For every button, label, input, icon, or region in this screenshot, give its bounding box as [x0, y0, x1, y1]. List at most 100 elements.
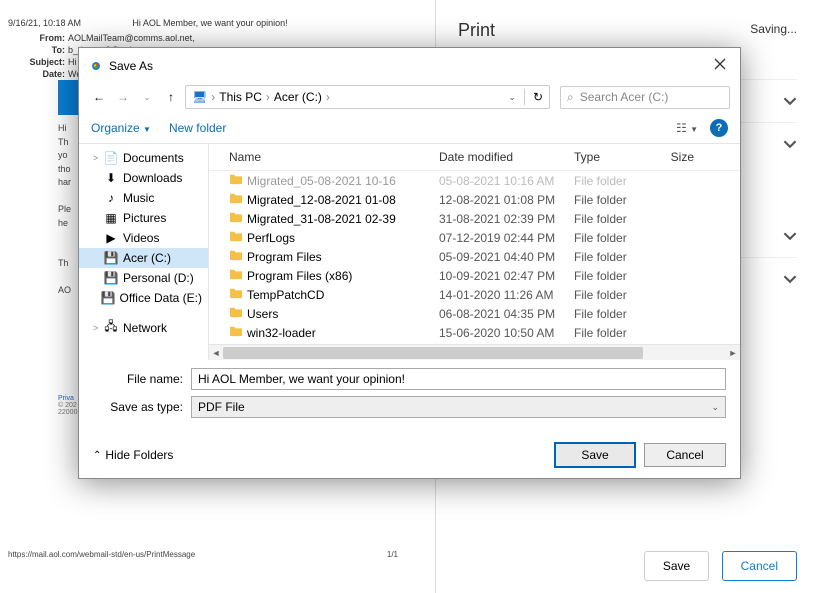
file-date: 06-08-2021 04:35 PM — [439, 307, 574, 321]
nav-back-button[interactable]: ← — [89, 90, 109, 104]
file-row[interactable]: win32-loader15-06-2020 10:50 AMFile fold… — [209, 323, 740, 342]
file-type: File folder — [574, 269, 654, 283]
file-name: Program Files (x86) — [247, 269, 439, 283]
tree-item-label: Documents — [123, 151, 184, 165]
new-folder-button[interactable]: New folder — [169, 121, 226, 135]
file-name: Migrated_12-08-2021 01-08 — [247, 193, 439, 207]
tree-item[interactable]: 💾Acer (C:) — [79, 248, 208, 268]
tree-item[interactable]: >🖧Network — [79, 314, 208, 341]
email-footer: Priva © 202 22000 — [58, 395, 77, 416]
organize-button[interactable]: Organize ▼ — [91, 121, 151, 135]
drive-icon: 💾 — [101, 291, 116, 305]
file-name: Migrated_05-08-2021 10-16 — [247, 174, 439, 188]
nav-forward-button[interactable]: → — [113, 90, 133, 104]
print-save-button[interactable]: Save — [644, 551, 709, 581]
file-row[interactable]: Program Files05-09-2021 04:40 PMFile fol… — [209, 247, 740, 266]
tree-item[interactable]: ⬇Downloads — [79, 168, 208, 188]
tree-item[interactable]: ▶Videos — [79, 228, 208, 248]
file-date: 05-09-2021 04:40 PM — [439, 250, 574, 264]
email-url: https://mail.aol.com/webmail-std/en-us/P… — [8, 550, 195, 559]
close-button[interactable] — [710, 54, 730, 77]
file-name: win32-loader — [247, 326, 439, 340]
vid-icon: ▶ — [103, 231, 119, 245]
folder-icon — [229, 211, 247, 226]
col-name[interactable]: Name — [229, 150, 439, 164]
file-type: File folder — [574, 174, 654, 188]
folder-icon — [229, 268, 247, 283]
refresh-button[interactable]: ↻ — [533, 90, 543, 104]
scrollbar-thumb[interactable] — [223, 347, 643, 359]
column-headers[interactable]: Name Date modified Type Size — [209, 144, 740, 171]
email-pageno: 1/1 — [387, 550, 398, 559]
crumb-dropdown-icon[interactable]: ⌄ — [508, 92, 516, 103]
file-date: 31-08-2021 02:39 PM — [439, 212, 574, 226]
tree-item[interactable]: >📄Documents — [79, 148, 208, 168]
view-button[interactable]: ☷ ▼ — [676, 121, 698, 135]
file-name: Program Files — [247, 250, 439, 264]
col-date[interactable]: Date modified — [439, 150, 574, 164]
file-date: 07-12-2019 02:44 PM — [439, 231, 574, 245]
file-name: TempPatchCD — [247, 288, 439, 302]
music-icon: ♪ — [103, 191, 119, 205]
file-row[interactable]: PerfLogs07-12-2019 02:44 PMFile folder — [209, 228, 740, 247]
file-row[interactable]: Migrated_31-08-2021 02-3931-08-2021 02:3… — [209, 209, 740, 228]
print-cancel-button[interactable]: Cancel — [722, 551, 797, 581]
pc-icon: 🖥 — [192, 90, 207, 104]
dialog-title: Save As — [109, 59, 153, 73]
tree-item[interactable]: 💾Office Data (E:) — [79, 288, 208, 308]
file-list: Migrated_05-08-2021 10-1605-08-2021 10:1… — [209, 171, 740, 344]
tree-item[interactable]: 💾 Personal (D:) — [79, 268, 208, 288]
save-button[interactable]: Save — [554, 442, 636, 468]
folder-icon — [229, 287, 247, 302]
file-name: PerfLogs — [247, 231, 439, 245]
chrome-icon — [89, 59, 103, 73]
drive-icon: 💾 — [103, 271, 119, 285]
file-row[interactable]: Migrated_05-08-2021 10-1605-08-2021 10:1… — [209, 171, 740, 190]
help-button[interactable]: ? — [710, 119, 728, 137]
file-type: File folder — [574, 231, 654, 245]
search-icon: ⌕ — [567, 90, 574, 105]
file-row[interactable]: Migrated_12-08-2021 01-0812-08-2021 01:0… — [209, 190, 740, 209]
file-type: File folder — [574, 326, 654, 340]
file-type: File folder — [574, 307, 654, 321]
email-timestamp: 9/16/21, 10:18 AM — [8, 18, 81, 28]
col-type[interactable]: Type — [574, 150, 654, 164]
hide-folders-button[interactable]: ⌃ Hide Folders — [93, 448, 173, 462]
horizontal-scrollbar[interactable]: ◄ ► — [209, 344, 740, 360]
filename-label: File name: — [93, 372, 183, 386]
drive-icon: 💾 — [103, 251, 119, 265]
tree-item-label: Network — [123, 321, 167, 335]
filename-input[interactable] — [191, 368, 726, 390]
file-type: File folder — [574, 250, 654, 264]
tree-item[interactable]: ▦Pictures — [79, 208, 208, 228]
file-row[interactable]: Users06-08-2021 04:35 PMFile folder — [209, 304, 740, 323]
tree-item-label: Personal (D:) — [123, 271, 194, 285]
col-size[interactable]: Size — [654, 150, 694, 164]
net-icon: 🖧 — [103, 317, 119, 338]
tree-item[interactable]: ♪ Music — [79, 188, 208, 208]
folder-icon — [229, 173, 247, 188]
search-input[interactable]: ⌕ Search Acer (C:) — [560, 86, 730, 109]
file-date: 15-06-2020 10:50 AM — [439, 326, 574, 340]
savetype-label: Save as type: — [93, 400, 183, 414]
nav-up-button[interactable]: ↑ — [161, 90, 181, 104]
breadcrumb[interactable]: 🖥 › This PC › Acer (C:) › ⌄ ↻ — [185, 85, 550, 109]
file-type: File folder — [574, 212, 654, 226]
file-row[interactable]: TempPatchCD14-01-2020 11:26 AMFile folde… — [209, 285, 740, 304]
file-type: File folder — [574, 288, 654, 302]
scroll-right-button[interactable]: ► — [726, 345, 740, 361]
folder-icon — [229, 325, 247, 340]
file-row[interactable]: Program Files (x86)10-09-2021 02:47 PMFi… — [209, 266, 740, 285]
scroll-left-button[interactable]: ◄ — [209, 345, 223, 361]
chevron-up-icon: ⌃ — [93, 450, 101, 461]
folder-icon — [229, 192, 247, 207]
nav-dropdown-icon[interactable]: ⌄ — [137, 93, 157, 102]
file-name: Migrated_31-08-2021 02-39 — [247, 212, 439, 226]
savetype-select[interactable]: PDF File⌄ — [191, 396, 726, 418]
tree-item-label: Music — [123, 191, 154, 205]
file-date: 10-09-2021 02:47 PM — [439, 269, 574, 283]
file-date: 14-01-2020 11:26 AM — [439, 288, 574, 302]
doc-icon: 📄 — [103, 151, 119, 165]
email-body: HiThyothohar Plehe Th AO — [58, 122, 71, 298]
cancel-button[interactable]: Cancel — [644, 443, 726, 467]
